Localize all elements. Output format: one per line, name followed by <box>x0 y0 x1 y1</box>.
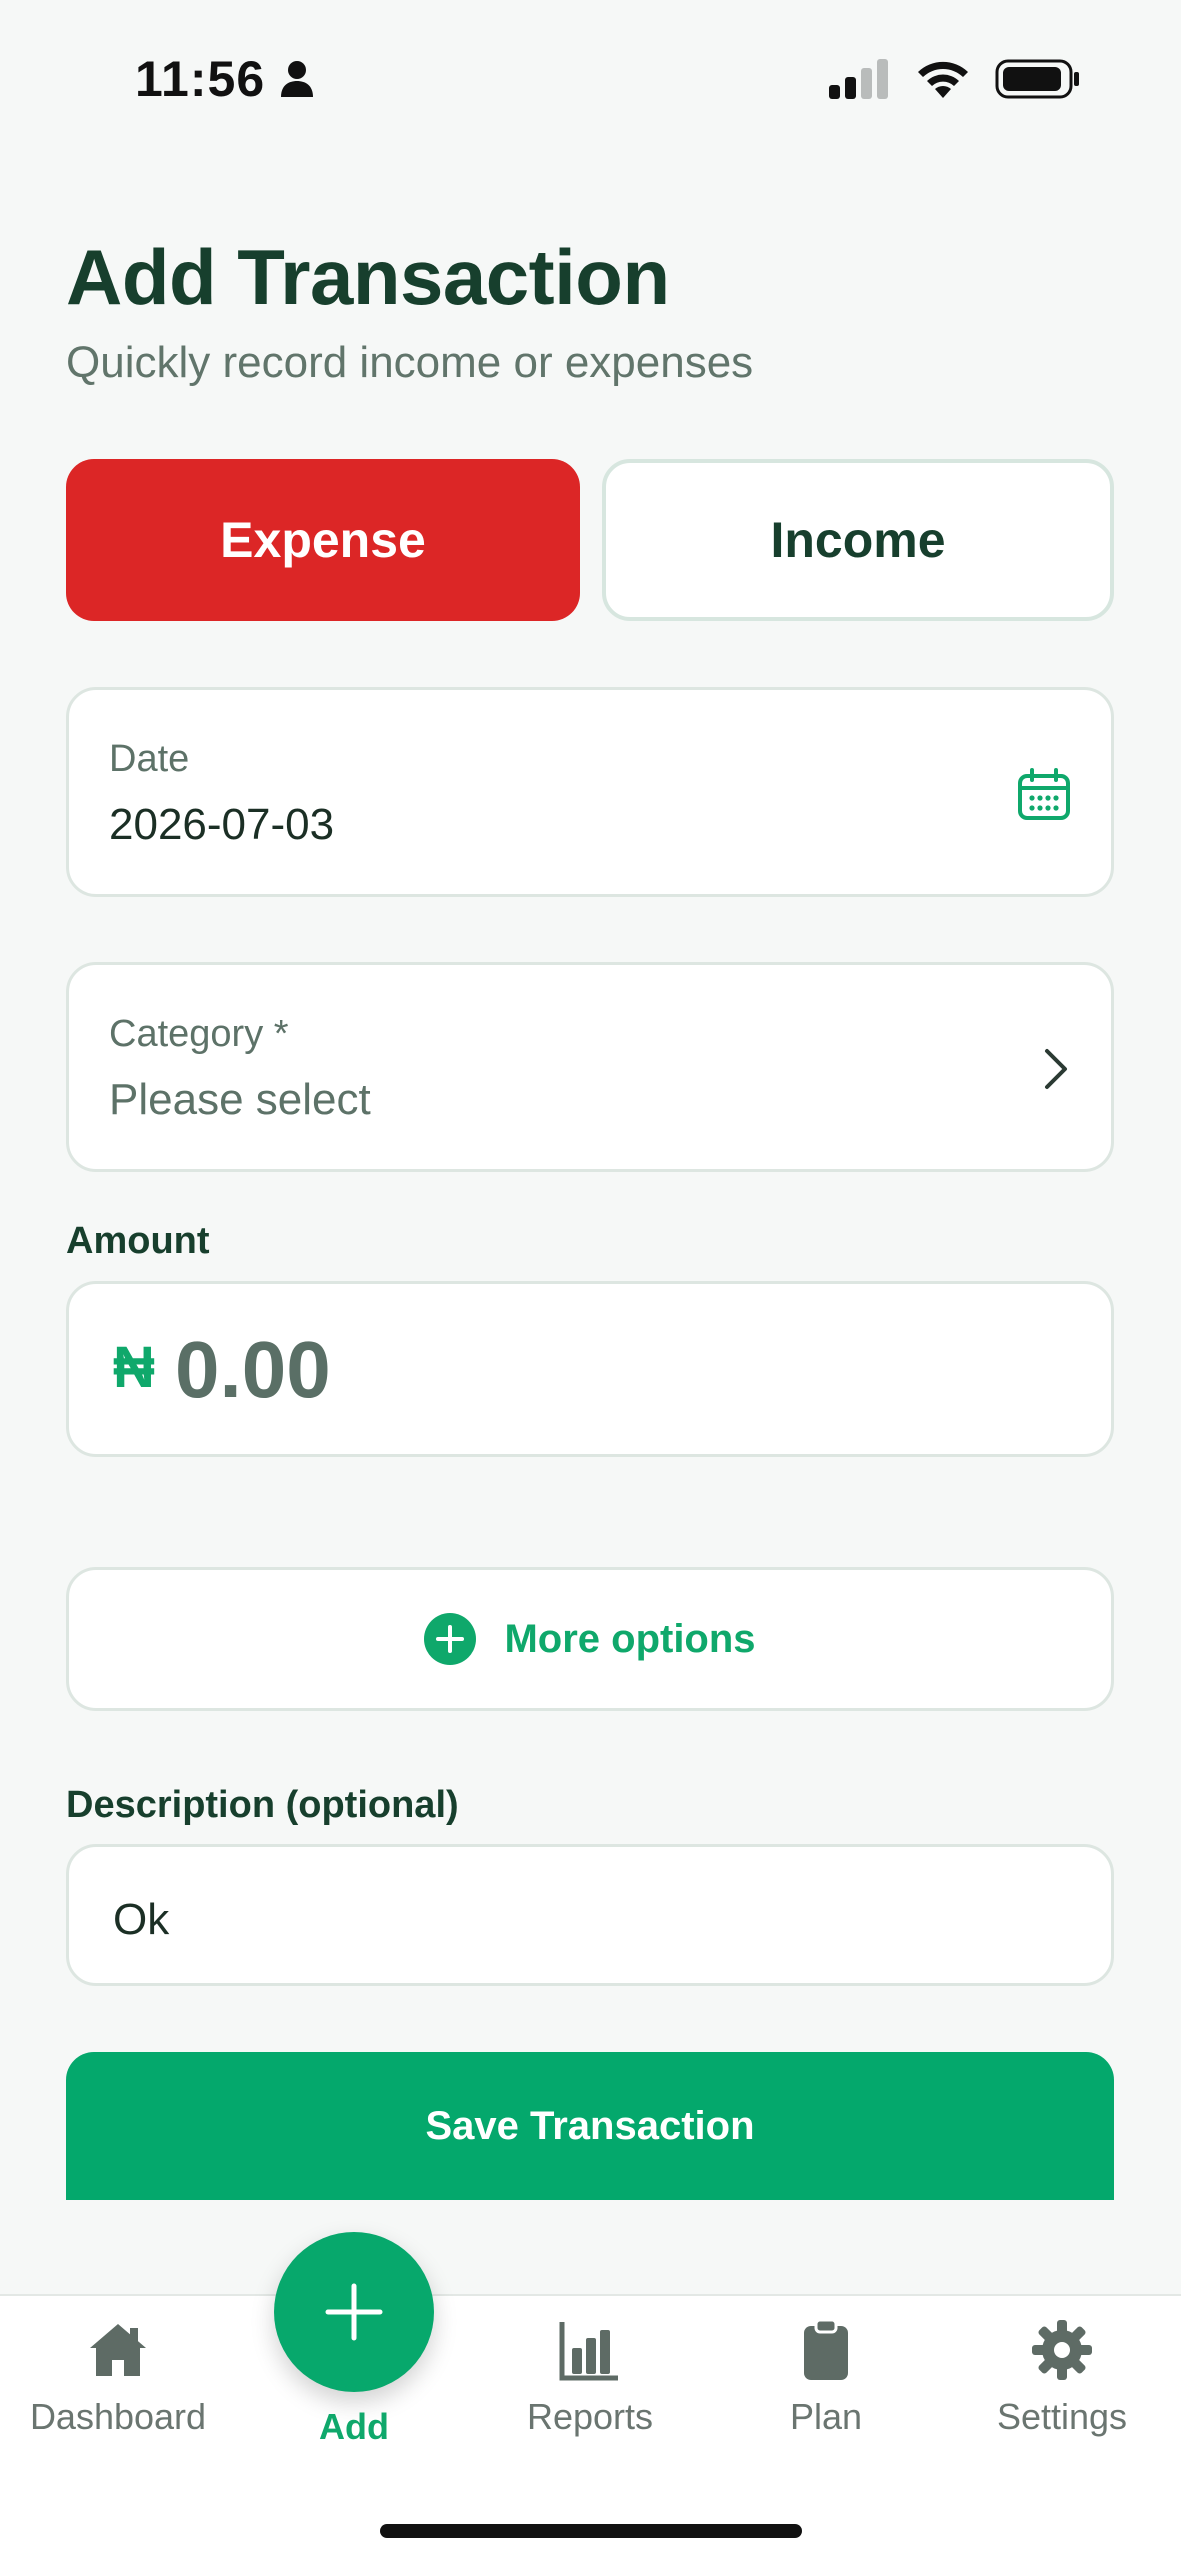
nav-label-reports: Reports <box>526 2396 654 2437</box>
nav-item-dashboard[interactable]: Dashboard <box>8 2318 228 2438</box>
description-field[interactable]: Ok <box>66 1844 1114 1986</box>
category-field-label: Category * <box>109 1013 289 1055</box>
amount-field[interactable]: ₦ 0.00 <box>66 1281 1114 1457</box>
date-field-label: Date <box>109 738 190 780</box>
nav-item-plan[interactable]: Plan <box>716 2318 936 2438</box>
gear-icon <box>1032 2320 1092 2380</box>
more-options-row: More options <box>69 1570 1111 1708</box>
date-field-value: 2026-07-03 <box>109 800 335 849</box>
date-field[interactable]: Date 2026-07-03 <box>66 687 1114 897</box>
nav-label-settings: Settings <box>996 2396 1128 2437</box>
more-options-label: More options <box>504 1616 756 1661</box>
category-field-value: Please select <box>109 1075 371 1124</box>
expense-toggle-label: Expense <box>220 512 426 568</box>
save-transaction-label: Save Transaction <box>425 2103 755 2148</box>
plus-circle-icon <box>424 1613 477 1665</box>
add-transaction-screen: 11:56 Add Transaction Quickly record inc… <box>0 0 1181 2560</box>
plus-icon <box>325 2283 383 2341</box>
currency-symbol: ₦ <box>113 1335 155 1400</box>
wifi-icon <box>918 61 968 98</box>
more-options-button[interactable]: More options <box>66 1567 1114 1711</box>
page-title: Add Transaction <box>66 233 670 321</box>
category-field[interactable]: Category * Please select <box>66 962 1114 1172</box>
status-bar-indicators <box>829 58 1081 100</box>
income-toggle-label: Income <box>770 512 946 568</box>
income-toggle-button[interactable]: Income <box>602 459 1114 621</box>
battery-icon <box>995 59 1079 99</box>
clipboard-icon <box>804 2318 848 2380</box>
nav-label-dashboard: Dashboard <box>29 2396 207 2437</box>
description-value: Ok <box>113 1895 170 1944</box>
bottom-navigation: Dashboard Reports Plan Settings <box>0 2294 1181 2560</box>
expense-toggle-button[interactable]: Expense <box>66 459 580 621</box>
save-transaction-button[interactable]: Save Transaction <box>66 2052 1114 2200</box>
signal-icon <box>829 59 888 99</box>
nav-label-add[interactable]: Add <box>254 2406 454 2448</box>
nav-item-settings[interactable]: Settings <box>952 2318 1172 2438</box>
calendar-icon[interactable] <box>1017 768 1071 822</box>
nav-label-plan: Plan <box>789 2396 863 2437</box>
person-icon <box>281 61 314 97</box>
amount-label: Amount <box>66 1220 210 1262</box>
status-bar-time: 11:56 <box>135 50 315 108</box>
home-indicator[interactable] <box>380 2524 802 2538</box>
bar-chart-icon <box>559 2322 618 2381</box>
add-fab-button[interactable] <box>274 2232 434 2392</box>
status-time-text: 11:56 <box>135 51 266 107</box>
page-subtitle: Quickly record income or expenses <box>66 338 754 387</box>
description-label: Description (optional) <box>66 1784 459 1826</box>
nav-item-reports[interactable]: Reports <box>480 2318 700 2438</box>
amount-value: 0.00 <box>175 1325 331 1414</box>
chevron-right-icon <box>1045 1049 1067 1089</box>
home-icon <box>90 2324 146 2376</box>
